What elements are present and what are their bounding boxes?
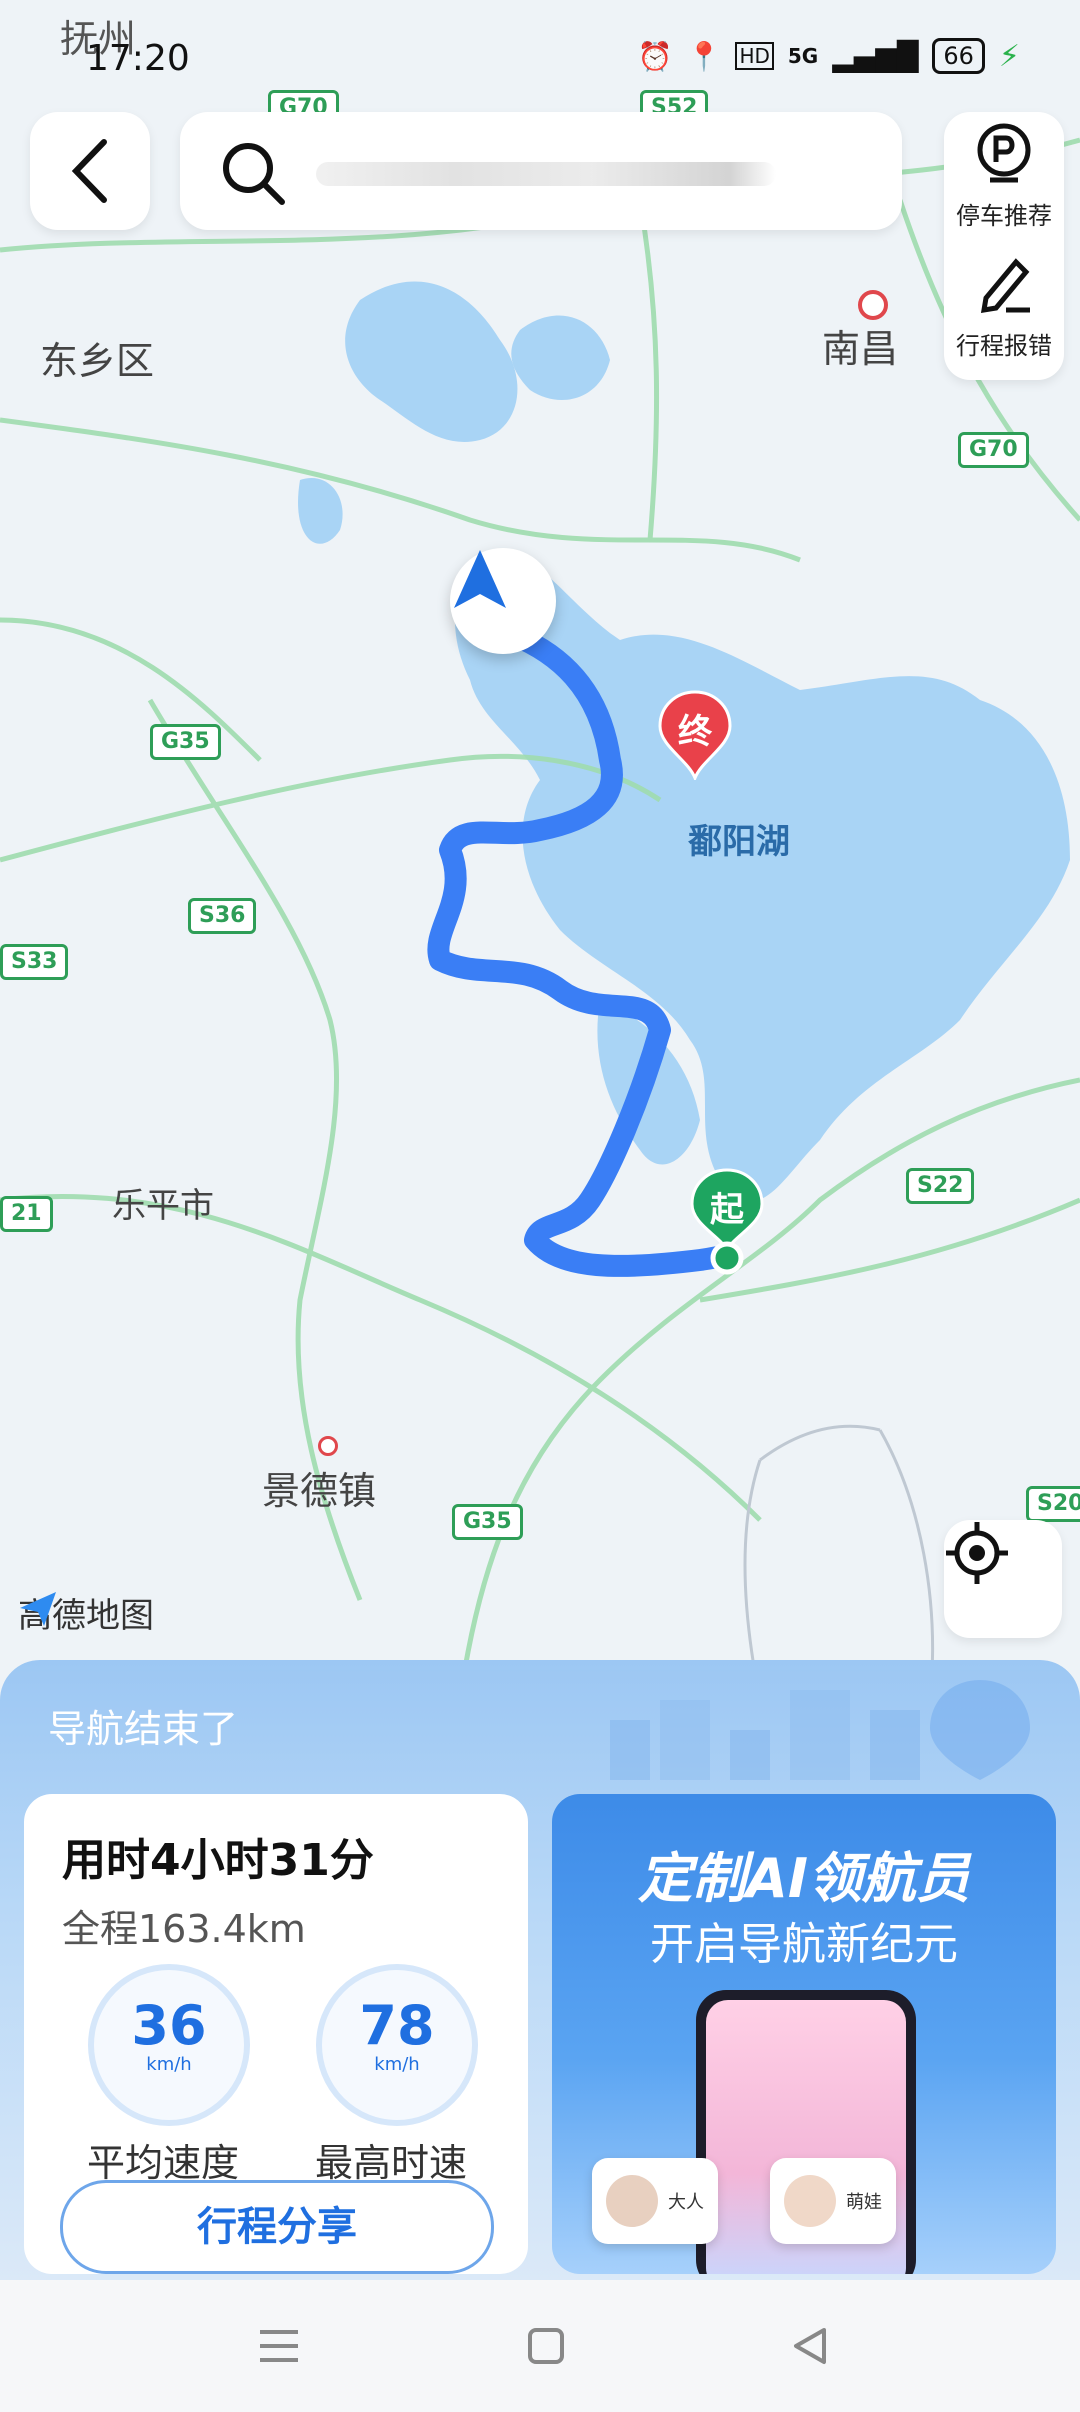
back-button[interactable] bbox=[30, 112, 150, 230]
status-icons: ⏰ 📍 HD 5G ▂▄▆█ 66 ⚡ bbox=[638, 38, 1020, 74]
chip-adult-label: 大人 bbox=[668, 2192, 704, 2213]
menu-nav-button[interactable] bbox=[256, 2326, 302, 2370]
home-square-icon bbox=[528, 2328, 564, 2364]
ai-navigator-promo-card[interactable]: 定制AI领航员 开启导航新纪元 大人 萌娃 bbox=[552, 1794, 1056, 2274]
avg-speed-label: 平均速度 bbox=[86, 2141, 239, 2185]
trip-duration: 用时4小时31分 bbox=[62, 1835, 374, 1886]
trip-stats-card: 用时4小时31分 全程163.4km 36 km/h 78 km/h 平均速度 … bbox=[24, 1794, 528, 2274]
side-panel: 停车推荐 行程报错 bbox=[944, 112, 1064, 380]
amap-logo-icon bbox=[20, 1592, 56, 1626]
parking-icon bbox=[977, 123, 1031, 183]
promo-title: 定制AI领航员 bbox=[638, 1847, 970, 1910]
charging-icon: ⚡ bbox=[998, 38, 1020, 74]
edit-pen-icon bbox=[980, 258, 1030, 314]
voice-chip-kid: 萌娃 bbox=[770, 2158, 896, 2244]
menu-icon bbox=[260, 2330, 298, 2362]
alarm-icon: ⏰ bbox=[637, 39, 673, 73]
map-label-dongxiang: 东乡区 bbox=[40, 339, 155, 383]
battery-indicator: 66 bbox=[932, 38, 985, 74]
city-dot-icon bbox=[858, 290, 888, 320]
system-nav-bar bbox=[0, 2280, 1080, 2412]
road-badge: 21 bbox=[0, 1196, 53, 1232]
map-label-nanchang: 南昌 bbox=[822, 327, 899, 371]
avatar bbox=[784, 2175, 836, 2227]
city-dot-icon bbox=[318, 1436, 338, 1456]
max-speed-unit: km/h bbox=[374, 2054, 420, 2075]
map-canvas bbox=[0, 137, 1080, 1700]
hd-icon: HD bbox=[735, 42, 774, 70]
voice-chip-adult: 大人 bbox=[592, 2158, 718, 2244]
chevron-left-icon bbox=[71, 139, 107, 203]
navigation-summary-sheet: 导航结束了 用时4小时31分 全程163.4km 36 km/h 78 km/h… bbox=[0, 1660, 1080, 2280]
road-badge: G70 bbox=[958, 432, 1029, 468]
status-bar: 抚州 17:20 ⏰ 📍 HD 5G ▂▄▆█ 66 ⚡ bbox=[0, 0, 1080, 110]
sheet-title: 导航结束了 bbox=[48, 1707, 239, 1751]
end-marker[interactable]: 终 bbox=[658, 690, 732, 780]
navigation-arrow-icon bbox=[450, 548, 556, 654]
search-input[interactable] bbox=[180, 112, 902, 230]
network-label: 5G bbox=[787, 44, 819, 68]
location-pin-icon: 📍 bbox=[686, 39, 722, 73]
end-marker-label: 终 bbox=[678, 712, 712, 752]
road-badge: S22 bbox=[906, 1168, 975, 1204]
road-badge: S33 bbox=[0, 944, 69, 980]
start-marker[interactable]: 起 bbox=[690, 1168, 764, 1278]
max-speed-gauge: 78 km/h bbox=[316, 1964, 478, 2126]
search-query-redacted bbox=[316, 162, 776, 186]
max-speed-value: 78 bbox=[359, 1994, 435, 2057]
map-label-jingdezhen: 景德镇 bbox=[262, 1469, 377, 1513]
locate-button[interactable] bbox=[944, 1520, 1062, 1638]
search-icon bbox=[223, 143, 285, 205]
map-label-lake: 鄱阳湖 bbox=[688, 822, 790, 862]
trip-distance: 全程163.4km bbox=[62, 1907, 306, 1951]
home-nav-button[interactable] bbox=[526, 2326, 566, 2370]
promo-subtitle: 开启导航新纪元 bbox=[650, 1919, 958, 1970]
locate-icon bbox=[946, 1522, 1008, 1584]
road-badge: G35 bbox=[150, 724, 221, 760]
avg-speed-gauge: 36 km/h bbox=[88, 1964, 250, 2126]
trip-report-button[interactable]: 行程报错 bbox=[944, 252, 1064, 361]
start-marker-label: 起 bbox=[710, 1190, 744, 1230]
back-triangle-icon bbox=[794, 2328, 826, 2364]
road-badge: G35 bbox=[452, 1504, 523, 1540]
chip-kid-label: 萌娃 bbox=[846, 2192, 882, 2213]
status-time: 17:20 bbox=[86, 38, 190, 79]
max-speed-label: 最高时速 bbox=[314, 2141, 467, 2185]
road-badge: S20 bbox=[1026, 1486, 1080, 1522]
map-view[interactable]: 东乡区 南昌 鄱阳湖 乐平市 景德镇 G70 S52 G70 G35 S36 S… bbox=[0, 0, 1080, 1700]
trip-share-button[interactable]: 行程分享 bbox=[60, 2180, 494, 2274]
avatar bbox=[606, 2175, 658, 2227]
report-label: 行程报错 bbox=[956, 332, 1052, 360]
signal-icon: ▂▄▆█ bbox=[832, 39, 919, 73]
avg-speed-value: 36 bbox=[131, 1994, 207, 2057]
parking-recommend-button[interactable]: 停车推荐 bbox=[944, 122, 1064, 231]
avg-speed-unit: km/h bbox=[146, 2054, 192, 2075]
map-label-leping: 乐平市 bbox=[112, 1186, 214, 1226]
map-brand-logo: 高德地图 bbox=[18, 1588, 154, 1637]
road-badge: S36 bbox=[188, 898, 257, 934]
back-nav-button[interactable] bbox=[790, 2326, 830, 2370]
decor-cityscape bbox=[610, 1680, 1030, 1780]
parking-label: 停车推荐 bbox=[956, 202, 1052, 230]
